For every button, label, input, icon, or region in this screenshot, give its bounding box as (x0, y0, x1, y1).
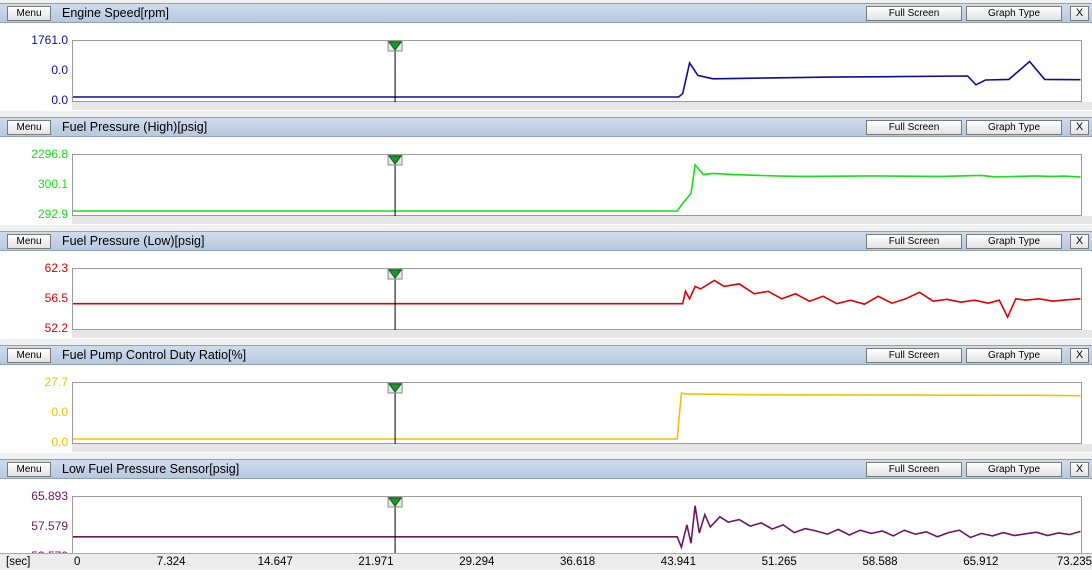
series-line (73, 162, 1081, 212)
plot-svg (73, 497, 1081, 559)
y-min-label: 292.9 (37, 207, 68, 221)
y-max-label: 2296.8 (31, 147, 68, 161)
y-min-label: 52.2 (44, 321, 68, 335)
y-max-label: 62.3 (44, 261, 68, 275)
menu-button[interactable]: Menu (7, 348, 51, 363)
close-graph-button[interactable]: X (1070, 348, 1089, 363)
time-axis-tick-label: 7.324 (156, 556, 186, 568)
plot-scroll-strip[interactable] (72, 216, 1092, 224)
full-screen-button[interactable]: Full Screen (866, 234, 962, 249)
y-min-label: 0.0 (51, 435, 68, 449)
time-axis-tick-label: 36.618 (560, 556, 596, 568)
plot-scroll-strip[interactable] (72, 330, 1092, 338)
full-screen-button[interactable]: Full Screen (866, 120, 962, 135)
y-mid-label: 0.0 (51, 63, 68, 77)
y-min-label: 0.0 (51, 93, 68, 107)
graph-title: Fuel Pressure (High)[psig] (62, 120, 208, 134)
graph-title: Fuel Pump Control Duty Ratio[%] (62, 348, 247, 362)
menu-button[interactable]: Menu (7, 234, 51, 249)
time-axis-tick-label: 29.294 (459, 556, 495, 568)
series-line (73, 505, 1081, 550)
y-mid-label: 57.579 (31, 519, 68, 533)
plot-svg (73, 155, 1081, 217)
close-graph-button[interactable]: X (1070, 462, 1089, 477)
series-line (73, 392, 1081, 440)
time-axis: [sec] 0 7.324 14.647 21.971 29.294 36.618 43.9… (0, 553, 1092, 569)
graph-type-button[interactable]: Graph Type (966, 6, 1062, 21)
y-mid-label: 300.1 (37, 177, 68, 191)
y-max-label: 27.7 (44, 375, 68, 389)
plot-area[interactable] (72, 382, 1082, 445)
plot-area[interactable] (72, 40, 1082, 103)
graph-body: 62.3 56.5 52.2 (0, 251, 1092, 339)
plot-svg (73, 269, 1081, 331)
plot-area[interactable] (72, 268, 1082, 331)
plot-scroll-strip[interactable] (72, 102, 1092, 110)
close-graph-button[interactable]: X (1070, 120, 1089, 135)
graph-title: Low Fuel Pressure Sensor[psig] (62, 462, 240, 476)
time-axis-tick-label: 73.235 (1056, 556, 1092, 568)
graph-body: 27.7 0.0 0.0 (0, 365, 1092, 453)
time-axis-tick-label: 14.647 (257, 556, 293, 568)
graph-panel: Menu Fuel Pressure (Low)[psig] Full Scre… (0, 228, 1092, 342)
time-axis-tick-label: 65.912 (963, 556, 999, 568)
graph-type-button[interactable]: Graph Type (966, 234, 1062, 249)
plot-area[interactable] (72, 496, 1082, 559)
y-mid-label: 0.0 (51, 405, 68, 419)
graph-title: Fuel Pressure (Low)[psig] (62, 234, 205, 248)
plot-svg (73, 383, 1081, 445)
series-line (73, 60, 1081, 98)
y-max-label: 1761.0 (31, 33, 68, 47)
time-axis-unit: [sec] (6, 556, 31, 568)
menu-button[interactable]: Menu (7, 462, 51, 477)
full-screen-button[interactable]: Full Screen (866, 6, 962, 21)
time-axis-tick-label: 43.941 (660, 556, 696, 568)
full-screen-button[interactable]: Full Screen (866, 462, 962, 477)
graph-title: Engine Speed[rpm] (62, 6, 170, 20)
close-graph-button[interactable]: X (1070, 6, 1089, 21)
time-axis-tick-label: 0 (74, 556, 81, 568)
menu-button[interactable]: Menu (7, 6, 51, 21)
graph-type-button[interactable]: Graph Type (966, 120, 1062, 135)
menu-button[interactable]: Menu (7, 120, 51, 135)
graph-body: 1761.0 0.0 0.0 (0, 23, 1092, 111)
graph-body: 2296.8 300.1 292.9 (0, 137, 1092, 225)
series-line (73, 279, 1081, 319)
graph-header: Menu Low Fuel Pressure Sensor[psig] Full… (0, 459, 1092, 479)
time-axis-tick-label: 21.971 (358, 556, 394, 568)
graph-type-button[interactable]: Graph Type (966, 462, 1062, 477)
graph-panel: Menu Fuel Pump Control Duty Ratio[%] Ful… (0, 342, 1092, 456)
graph-header: Menu Fuel Pressure (High)[psig] Full Scr… (0, 117, 1092, 137)
plot-svg (73, 41, 1081, 103)
graph-header: Menu Engine Speed[rpm] Full Screen Graph… (0, 3, 1092, 23)
time-axis-tick-label: 51.265 (761, 556, 797, 568)
full-screen-button[interactable]: Full Screen (866, 348, 962, 363)
graph-panel: Menu Engine Speed[rpm] Full Screen Graph… (0, 0, 1092, 114)
plot-scroll-strip[interactable] (72, 444, 1092, 452)
y-mid-label: 56.5 (44, 291, 68, 305)
plot-area[interactable] (72, 154, 1082, 217)
graph-header: Menu Fuel Pressure (Low)[psig] Full Scre… (0, 231, 1092, 251)
y-max-label: 65.893 (31, 489, 68, 503)
graph-header: Menu Fuel Pump Control Duty Ratio[%] Ful… (0, 345, 1092, 365)
graph-type-button[interactable]: Graph Type (966, 348, 1062, 363)
graph-panel: Menu Fuel Pressure (High)[psig] Full Scr… (0, 114, 1092, 228)
time-axis-tick-label: 58.588 (862, 556, 898, 568)
close-graph-button[interactable]: X (1070, 234, 1089, 249)
